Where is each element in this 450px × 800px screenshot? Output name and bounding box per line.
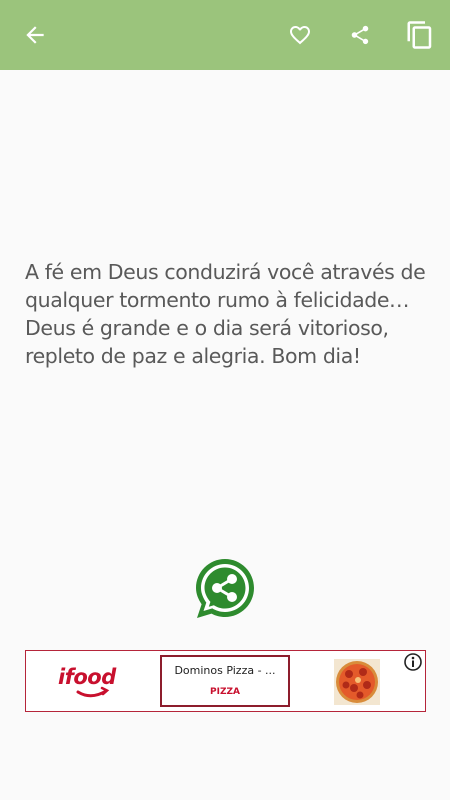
- top-toolbar: [0, 0, 450, 70]
- back-arrow-icon: [26, 26, 44, 44]
- smile-swoosh-icon: [76, 686, 110, 698]
- app-screen: A fé em Deus conduzirá você através de q…: [0, 0, 450, 800]
- ad-title: Dominos Pizza - ...: [174, 664, 276, 677]
- ifood-logo: ifood: [58, 665, 124, 701]
- back-button[interactable]: [10, 10, 60, 60]
- share-button[interactable]: [335, 10, 385, 60]
- copy-icon: [407, 21, 432, 49]
- copy-button[interactable]: [395, 10, 445, 60]
- ad-offer-box[interactable]: Dominos Pizza - ... PIZZA: [160, 655, 290, 707]
- whatsapp-share-button[interactable]: [192, 555, 258, 621]
- share-icon: [351, 25, 369, 45]
- pizza-image: [334, 659, 380, 705]
- info-icon[interactable]: [403, 652, 423, 672]
- ad-subtitle: PIZZA: [210, 687, 240, 697]
- favorite-button[interactable]: [275, 10, 325, 60]
- heart-icon: [290, 26, 310, 45]
- whatsapp-share-icon: [196, 559, 254, 618]
- quote-text: A fé em Deus conduzirá você através de q…: [25, 260, 426, 368]
- banner-ad[interactable]: ifood Dominos Pizza - ... PIZZA: [25, 650, 426, 712]
